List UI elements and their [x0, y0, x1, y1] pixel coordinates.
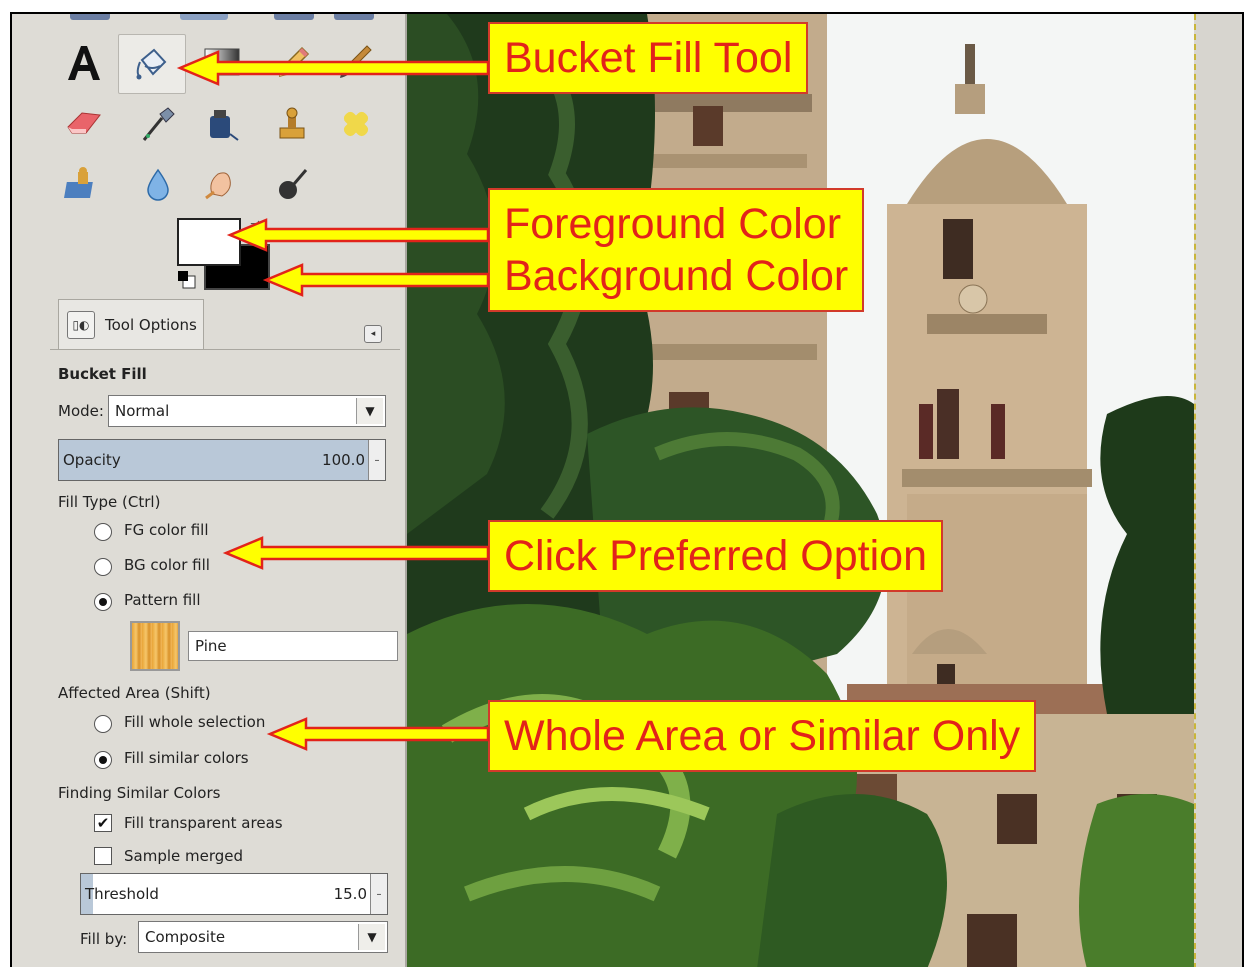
dodge-burn-tool-icon[interactable]: [264, 156, 320, 212]
finding-similar-colors-label: Finding Similar Colors: [58, 784, 221, 802]
tool-name: Bucket Fill: [58, 365, 147, 383]
perspective-clone-tool-icon[interactable]: [56, 156, 112, 212]
tab-tool-options[interactable]: ▯◐ Tool Options: [58, 299, 204, 349]
pattern-fill-label: Pattern fill: [124, 591, 201, 609]
partial-tool-icon[interactable]: [334, 14, 374, 20]
cathedral-photo: [407, 14, 1194, 967]
bg-color-fill-label: BG color fill: [124, 556, 210, 574]
partial-tool-icon[interactable]: [180, 14, 228, 20]
tab-menu-icon[interactable]: ◂: [364, 325, 382, 343]
chevron-down-icon[interactable]: ▼: [356, 398, 383, 424]
tab-label: Tool Options: [105, 315, 197, 334]
smudge-tool-icon[interactable]: [192, 156, 248, 212]
fill-transparent-checkbox[interactable]: ✔: [94, 814, 112, 832]
fill-transparent-label: Fill transparent areas: [124, 814, 283, 832]
screenshot-frame: ⇄ ▯◐ Tool Options ◂ Bucket Fill Mode: No…: [10, 12, 1244, 967]
tab-divider: [50, 349, 400, 350]
opacity-spinner[interactable]: –: [368, 440, 385, 480]
pattern-swatch[interactable]: [130, 621, 180, 671]
arrow-icon: [226, 218, 490, 252]
opacity-value: 100.0: [322, 451, 365, 469]
fill-whole-selection-label: Fill whole selection: [124, 713, 266, 731]
partial-tool-icon[interactable]: [274, 14, 314, 20]
threshold-label: Threshold: [85, 885, 159, 903]
sample-merged-label: Sample merged: [124, 847, 244, 865]
arrow-icon: [176, 50, 490, 86]
canvas-padding: [1196, 14, 1242, 967]
threshold-value: 15.0: [333, 885, 367, 903]
callout-foreground: Foreground Color: [504, 200, 842, 248]
partial-tool-icon[interactable]: [70, 14, 110, 20]
tool-options-icon: ▯◐: [67, 310, 95, 339]
callout-background: Background Color: [504, 252, 849, 300]
fill-similar-colors-label: Fill similar colors: [124, 749, 249, 767]
mode-select[interactable]: Normal ▼: [108, 395, 386, 427]
canvas-image[interactable]: [407, 14, 1194, 967]
callout-preferred-option: Click Preferred Option: [488, 520, 943, 592]
arrow-icon: [222, 536, 490, 570]
bg-color-fill-radio[interactable]: [94, 558, 112, 576]
threshold-spinner[interactable]: –: [370, 874, 387, 914]
fill-by-select[interactable]: Composite ▼: [138, 921, 388, 953]
mode-value: Normal: [115, 402, 170, 420]
fill-whole-selection-radio[interactable]: [94, 715, 112, 733]
fill-similar-colors-radio[interactable]: [94, 751, 112, 769]
callout-colors: Foreground Color Background Color: [488, 188, 865, 312]
toolbox-panel: ⇄ ▯◐ Tool Options ◂ Bucket Fill Mode: No…: [12, 14, 407, 967]
pattern-fill-radio[interactable]: [94, 593, 112, 611]
fg-color-fill-radio[interactable]: [94, 523, 112, 541]
opacity-slider[interactable]: Opacity 100.0 –: [58, 439, 386, 481]
callout-bucket-fill: Bucket Fill Tool: [488, 22, 809, 94]
affected-area-label: Affected Area (Shift): [58, 684, 211, 702]
eraser-tool-icon[interactable]: [56, 96, 112, 152]
default-colors-icon[interactable]: [177, 270, 197, 290]
callout-area: Whole Area or Similar Only: [488, 700, 1037, 772]
arrow-icon: [266, 717, 490, 751]
fill-type-label: Fill Type (Ctrl): [58, 493, 161, 511]
sample-merged-checkbox[interactable]: [94, 847, 112, 865]
pattern-name-field[interactable]: Pine: [188, 631, 398, 661]
text-tool-icon[interactable]: [56, 34, 112, 90]
blur-tool-icon[interactable]: [130, 156, 186, 212]
mode-label: Mode:: [58, 402, 104, 420]
threshold-slider[interactable]: Threshold 15.0 –: [80, 873, 388, 915]
ink-tool-icon[interactable]: [192, 96, 248, 152]
fill-by-label: Fill by:: [80, 930, 128, 948]
heal-tool-icon[interactable]: [328, 96, 384, 152]
arrow-icon: [262, 263, 490, 297]
chevron-down-icon[interactable]: ▼: [358, 924, 385, 950]
opacity-label: Opacity: [63, 451, 121, 469]
fg-color-fill-label: FG color fill: [124, 521, 209, 539]
fill-by-value: Composite: [145, 928, 226, 946]
airbrush-tool-icon[interactable]: [130, 96, 186, 152]
clone-tool-icon[interactable]: [264, 96, 320, 152]
tool-options-panel: ▯◐ Tool Options ◂ Bucket Fill Mode: Norm…: [50, 299, 400, 967]
